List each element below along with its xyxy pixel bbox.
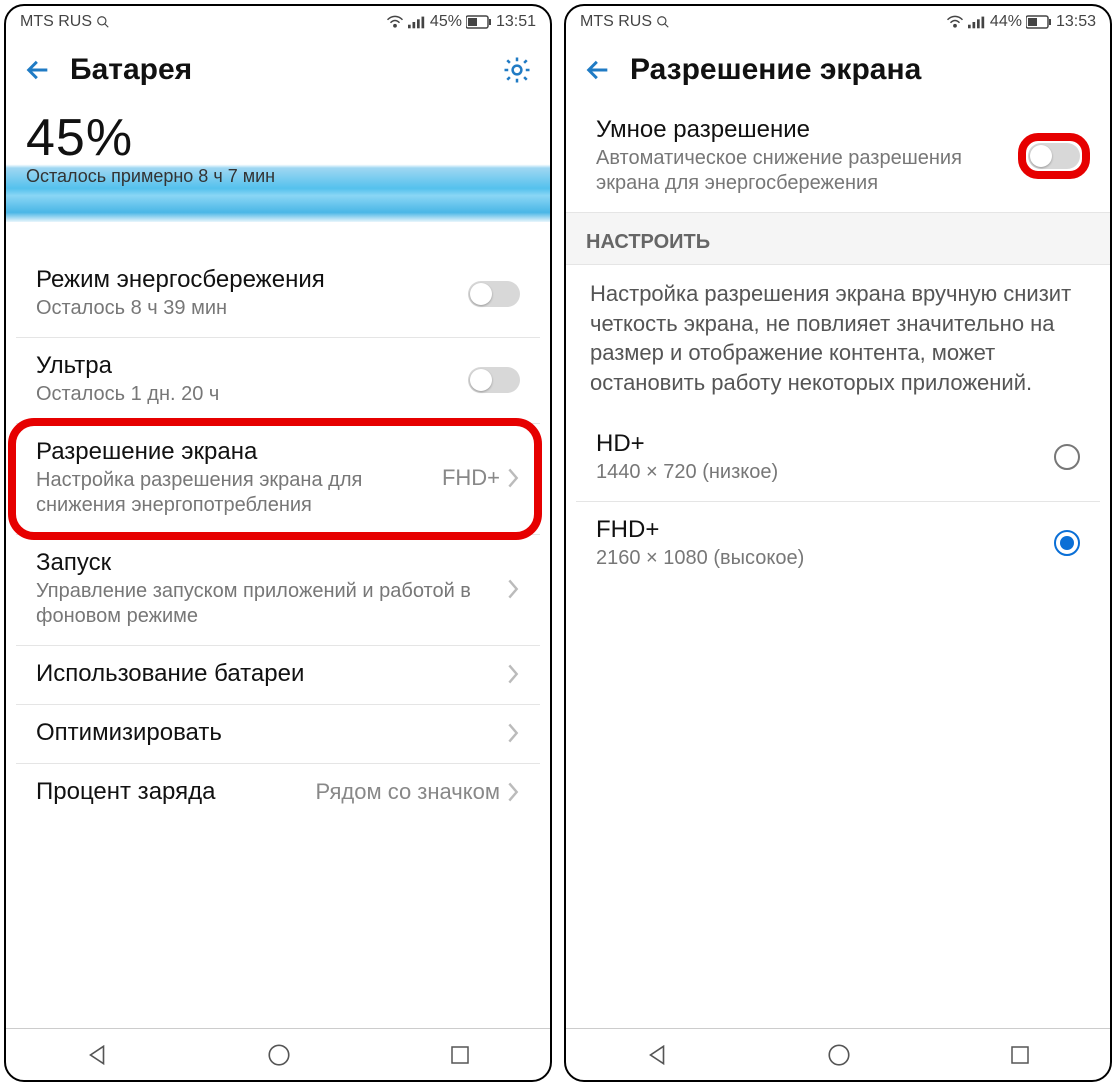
row-title: Режим энергосбережения <box>36 266 468 294</box>
chevron-right-icon <box>506 722 520 744</box>
nav-bar <box>6 1028 550 1080</box>
row-hd[interactable]: HD+ 1440 × 720 (низкое) <box>576 416 1100 502</box>
battery-pct-label: 44% <box>990 13 1022 31</box>
row-value: Рядом со значком <box>316 779 500 805</box>
row-launch[interactable]: Запуск Управление запуском приложений и … <box>16 535 540 646</box>
nav-recent-icon[interactable] <box>1008 1043 1032 1067</box>
toggle-smart-resolution[interactable] <box>1028 143 1080 169</box>
row-sub: Настройка разрешения экрана для снижения… <box>36 468 442 518</box>
row-sub: Осталось 8 ч 39 мин <box>36 296 468 321</box>
row-power-save[interactable]: Режим энергосбережения Осталось 8 ч 39 м… <box>16 252 540 338</box>
carrier-label: MTS RUS <box>580 13 652 31</box>
time-label: 13:51 <box>496 13 536 31</box>
row-title: Разрешение экрана <box>36 438 442 466</box>
time-label: 13:53 <box>1056 13 1096 31</box>
wifi-icon <box>946 15 964 29</box>
search-icon <box>656 15 670 29</box>
row-title: Использование батареи <box>36 660 506 688</box>
battery-remaining: Осталось примерно 8 ч 7 мин <box>26 166 530 187</box>
row-percent[interactable]: Процент заряда Рядом со значком <box>16 764 540 822</box>
row-sub: Управление запуском приложений и работой… <box>36 579 506 629</box>
radio-fhd[interactable] <box>1054 530 1080 556</box>
row-title: Процент заряда <box>36 778 316 806</box>
chevron-right-icon <box>506 663 520 685</box>
row-title: Запуск <box>36 549 506 577</box>
row-value: FHD+ <box>442 465 500 491</box>
radio-hd[interactable] <box>1054 444 1080 470</box>
status-bar: MTS RUS 45% 13:51 <box>6 6 550 38</box>
chevron-right-icon <box>506 467 520 489</box>
app-bar: Разрешение экрана <box>566 38 1110 102</box>
page-title: Батарея <box>70 53 484 87</box>
battery-icon <box>466 15 492 29</box>
carrier-label: MTS RUS <box>20 13 92 31</box>
signal-icon <box>968 15 986 29</box>
row-optimize[interactable]: Оптимизировать <box>16 705 540 764</box>
row-title: Оптимизировать <box>36 719 506 747</box>
row-sub: Осталось 1 дн. 20 ч <box>36 382 468 407</box>
row-fhd[interactable]: FHD+ 2160 × 1080 (высокое) <box>576 502 1100 587</box>
row-ultra[interactable]: Ультра Осталось 1 дн. 20 ч <box>16 338 540 424</box>
content-area: Умное разрешение Автоматическое снижение… <box>566 102 1110 1028</box>
help-text: Настройка разрешения экрана вручную сниз… <box>566 265 1110 416</box>
chevron-right-icon <box>506 781 520 803</box>
row-title: Ультра <box>36 352 468 380</box>
row-smart-resolution[interactable]: Умное разрешение Автоматическое снижение… <box>576 102 1100 212</box>
nav-back-icon[interactable] <box>84 1042 110 1068</box>
section-header-configure: НАСТРОИТЬ <box>566 212 1110 265</box>
nav-bar <box>566 1028 1110 1080</box>
row-sub: 1440 × 720 (низкое) <box>596 460 1054 485</box>
gear-icon[interactable] <box>502 55 532 85</box>
battery-icon <box>1026 15 1052 29</box>
back-icon[interactable] <box>24 56 52 84</box>
search-icon <box>96 15 110 29</box>
page-title: Разрешение экрана <box>630 53 1092 87</box>
nav-home-icon[interactable] <box>266 1042 292 1068</box>
highlight-toggle <box>1028 143 1080 169</box>
battery-pct-large: 45% <box>26 108 530 168</box>
back-icon[interactable] <box>584 56 612 84</box>
wifi-icon <box>386 15 404 29</box>
row-title: FHD+ <box>596 516 1054 544</box>
signal-icon <box>408 15 426 29</box>
row-usage[interactable]: Использование батареи <box>16 646 540 705</box>
content-area: 45% Осталось примерно 8 ч 7 мин Режим эн… <box>6 102 550 1028</box>
row-title: HD+ <box>596 430 1054 458</box>
nav-recent-icon[interactable] <box>448 1043 472 1067</box>
chevron-right-icon <box>506 578 520 600</box>
phone-battery: MTS RUS 45% 13:51 Батарея 45% Осталось п… <box>4 4 552 1082</box>
battery-pct-label: 45% <box>430 13 462 31</box>
row-sub: 2160 × 1080 (высокое) <box>596 546 1054 571</box>
status-bar: MTS RUS 44% 13:53 <box>566 6 1110 38</box>
phone-resolution: MTS RUS 44% 13:53 Разрешение экрана Умно… <box>564 4 1112 1082</box>
toggle-power-save[interactable] <box>468 281 520 307</box>
app-bar: Батарея <box>6 38 550 102</box>
toggle-ultra[interactable] <box>468 367 520 393</box>
row-sub: Автоматическое снижение разрешения экран… <box>596 146 1028 196</box>
battery-hero: 45% Осталось примерно 8 ч 7 мин <box>6 102 550 222</box>
nav-back-icon[interactable] <box>644 1042 670 1068</box>
row-title: Умное разрешение <box>596 116 1028 144</box>
nav-home-icon[interactable] <box>826 1042 852 1068</box>
row-resolution[interactable]: Разрешение экрана Настройка разрешения э… <box>16 424 540 535</box>
